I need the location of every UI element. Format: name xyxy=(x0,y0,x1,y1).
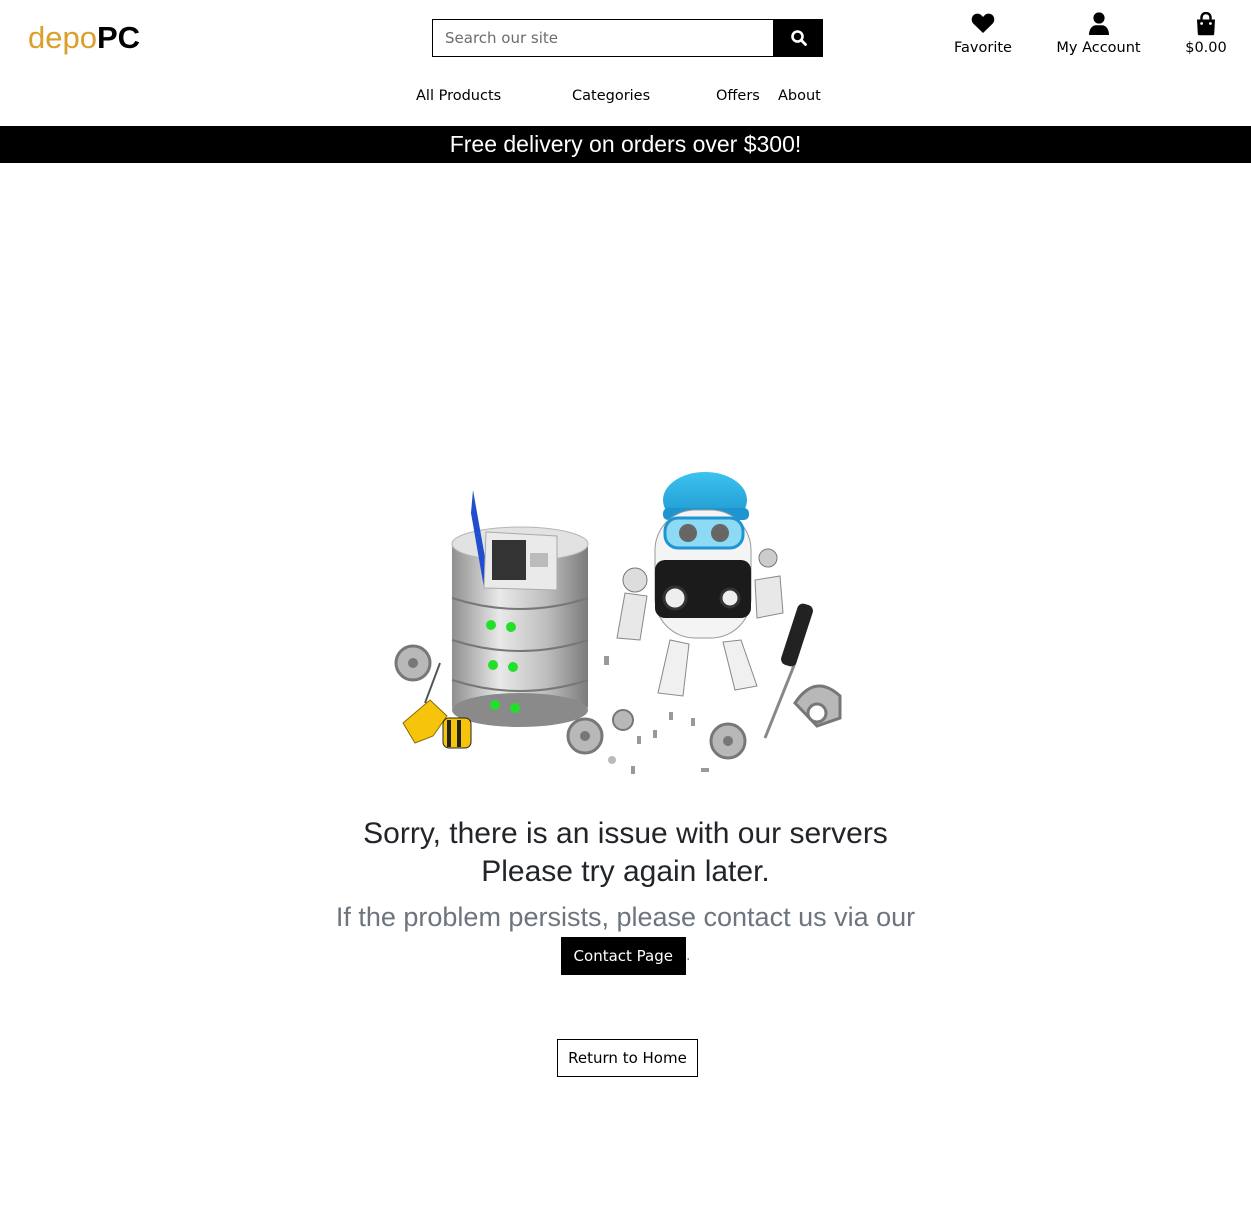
contact-page-button[interactable]: Contact Page xyxy=(560,937,686,975)
search-form xyxy=(432,19,823,57)
cart-total: $0.00 xyxy=(1185,40,1227,56)
nav-categories[interactable]: Categories xyxy=(572,88,650,104)
error-heading-line1: Sorry, there is an issue with our server… xyxy=(363,817,888,850)
error-contact-hint: If the problem persists, please contact … xyxy=(335,902,916,932)
my-account-link[interactable]: My Account xyxy=(1050,12,1147,56)
promo-banner: Free delivery on orders over $300! xyxy=(0,126,1251,163)
search-input[interactable] xyxy=(432,19,774,57)
cart-link[interactable]: $0.00 xyxy=(1178,12,1234,56)
favorite-link[interactable]: Favorite xyxy=(948,12,1018,56)
return-home-button[interactable]: Return to Home xyxy=(557,1039,698,1077)
heart-icon xyxy=(948,12,1018,36)
search-button[interactable] xyxy=(774,19,823,57)
nav-about[interactable]: About xyxy=(778,88,821,104)
contact-row: Contact Page. xyxy=(0,937,1251,975)
contact-suffix: . xyxy=(686,948,691,964)
logo-text-pc: PC xyxy=(96,20,141,55)
error-heading-line2: Please try again later. xyxy=(481,855,770,888)
account-label: My Account xyxy=(1056,40,1141,56)
logo-text-depo: depo xyxy=(28,20,97,55)
nav-all-products[interactable]: All Products xyxy=(416,88,501,104)
favorite-label: Favorite xyxy=(954,40,1012,56)
site-logo[interactable]: depoPC xyxy=(28,20,140,56)
user-icon xyxy=(1050,12,1147,36)
robot-repairing-server-illustration xyxy=(385,468,855,778)
shopping-bag-icon xyxy=(1178,12,1234,36)
nav-offers[interactable]: Offers xyxy=(716,88,760,104)
search-icon xyxy=(790,29,808,47)
